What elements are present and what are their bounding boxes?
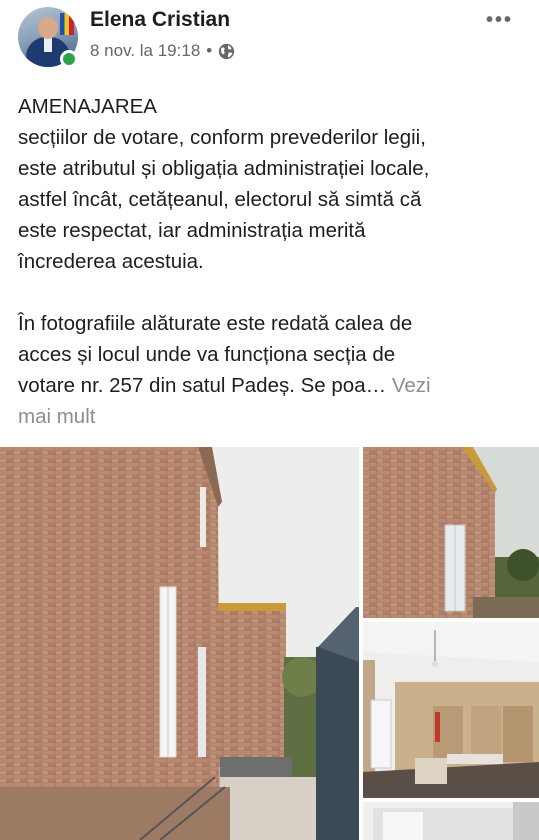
see-more-link[interactable]: Vezi [392, 374, 431, 397]
photo-bottom-right[interactable] [363, 802, 539, 840]
see-more-link-continued[interactable]: mai mult [18, 405, 95, 428]
meta-separator: • [206, 41, 213, 60]
text-line: secțiilor de votare, conform prevederilo… [18, 126, 426, 149]
text-line: votare nr. 257 din satul Padeș. Se poa… … [18, 370, 523, 401]
flag-graphic [60, 13, 74, 35]
more-options-icon[interactable]: ••• [486, 9, 513, 32]
text-line: AMENAJAREA [18, 95, 157, 118]
text-line: acces și locul unde va funcționa secția … [18, 343, 396, 366]
interior-room-photo [363, 622, 539, 798]
photo-main[interactable] [0, 447, 359, 840]
author-name[interactable]: Elena Cristian [90, 8, 230, 32]
text-line: astfel încât, cetățeanul, electorul să s… [18, 188, 422, 211]
text-line: încrederea acestuia. [18, 250, 204, 273]
text-line: este atributul și obligația administrați… [18, 157, 430, 180]
photo-grid [0, 447, 539, 840]
photo-middle-right[interactable] [363, 622, 539, 798]
building-front-photo [363, 447, 539, 618]
text-line-content: votare nr. 257 din satul Padeș. Se poa… [18, 374, 387, 397]
text-line: este respectat, iar administrația merită [18, 219, 366, 242]
globe-icon[interactable] [218, 43, 235, 60]
post-meta: 8 nov. la 19:18 • [90, 41, 235, 61]
photo-top-right[interactable] [363, 447, 539, 618]
see-more-line: mai mult [18, 401, 523, 432]
building-side-photo [0, 447, 359, 840]
online-status-indicator [60, 50, 78, 68]
text-line: În fotografiile alăturate este redată ca… [18, 312, 413, 335]
avatar[interactable] [18, 7, 78, 68]
interior-ceiling-photo [363, 802, 539, 840]
post-timestamp[interactable]: 8 nov. la 19:18 [90, 41, 200, 61]
shirt-graphic [44, 38, 52, 52]
post-text: AMENAJAREA secțiilor de votare, conform … [18, 91, 523, 432]
post-header: Elena Cristian 8 nov. la 19:18 • ••• [0, 0, 539, 80]
head-graphic [38, 17, 58, 39]
